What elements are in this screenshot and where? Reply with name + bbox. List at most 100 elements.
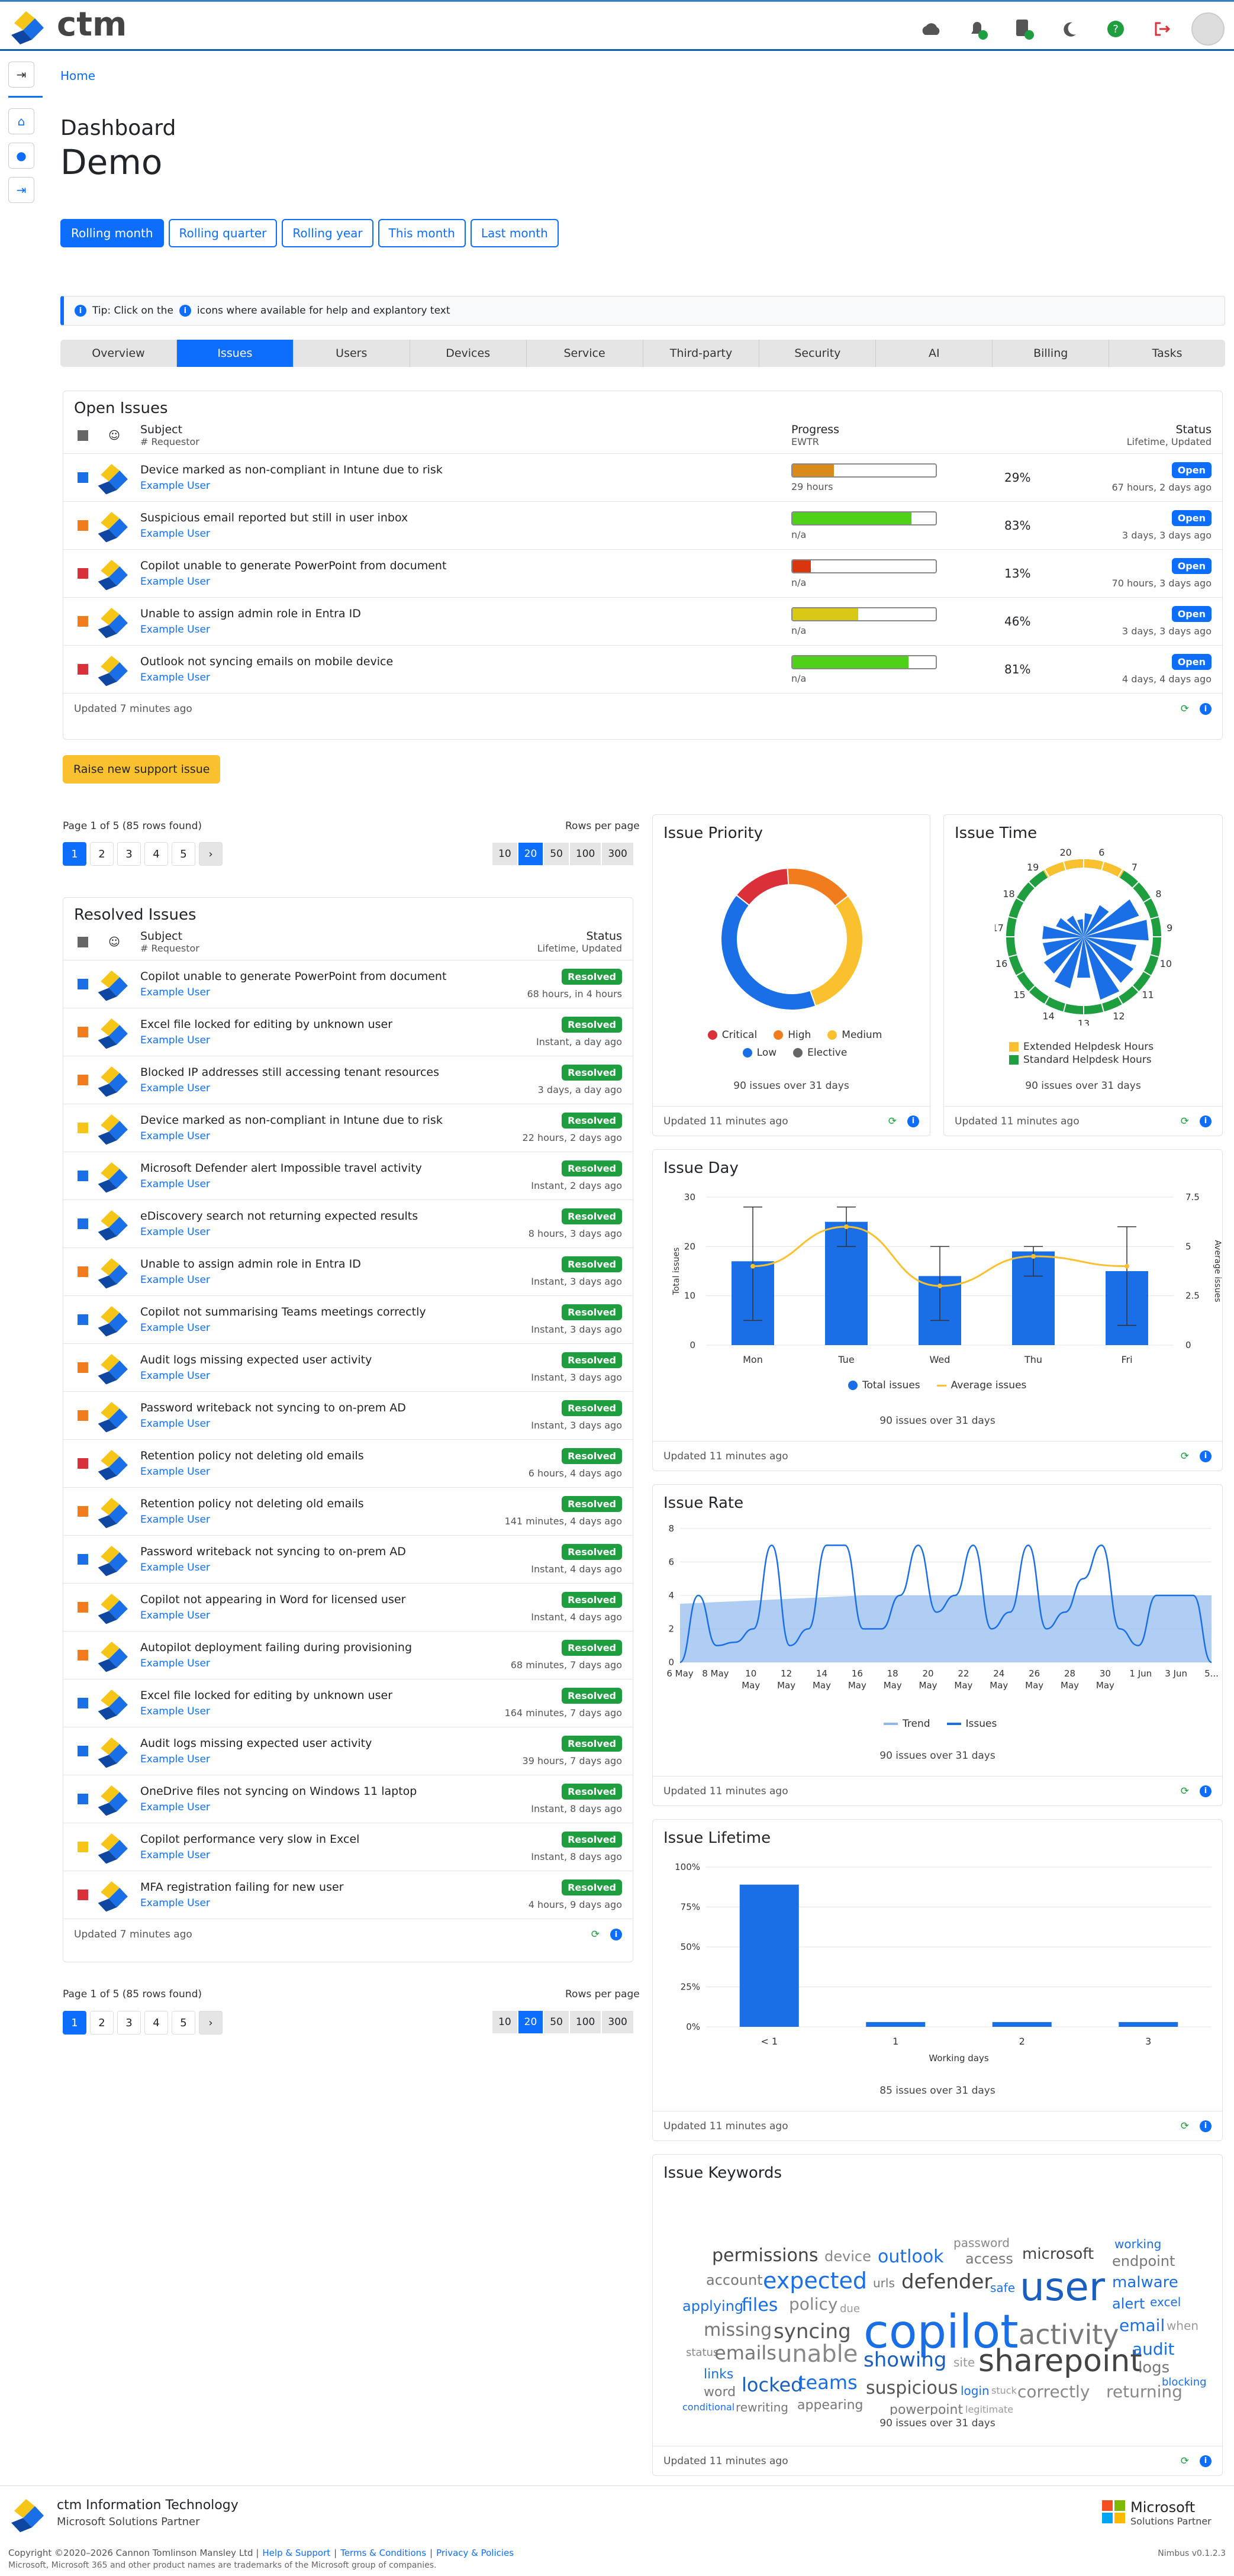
tab-billing[interactable]: Billing bbox=[993, 340, 1110, 367]
table-row[interactable]: Unable to assign admin role in Entra ID E… bbox=[63, 1248, 633, 1296]
issue-subject[interactable]: Retention policy not deleting old emails bbox=[140, 1497, 456, 1510]
cloud-icon[interactable] bbox=[914, 14, 948, 44]
issue-subject[interactable]: Copilot performance very slow in Excel bbox=[140, 1833, 456, 1846]
info-icon[interactable]: i bbox=[610, 1929, 622, 1940]
user-avatar[interactable] bbox=[1191, 12, 1225, 46]
issue-subject[interactable]: Password writeback not syncing to on-pre… bbox=[140, 1545, 456, 1558]
rows-50[interactable]: 50 bbox=[544, 2011, 569, 2033]
table-row[interactable]: Outlook not syncing emails on mobile dev… bbox=[63, 646, 1222, 694]
tab-security[interactable]: Security bbox=[759, 340, 877, 367]
table-row[interactable]: Device marked as non-compliant in Intune… bbox=[63, 1104, 633, 1152]
range-rolling-quarter[interactable]: Rolling quarter bbox=[168, 219, 278, 247]
tab-tasks[interactable]: Tasks bbox=[1109, 340, 1225, 367]
issue-requestor[interactable]: Example User bbox=[140, 1466, 456, 1478]
issue-subject[interactable]: MFA registration failing for new user bbox=[140, 1881, 456, 1894]
tab-issues[interactable]: Issues bbox=[176, 340, 294, 367]
issue-subject[interactable]: OneDrive files not syncing on Windows 11… bbox=[140, 1785, 456, 1798]
issue-requestor[interactable]: Example User bbox=[140, 1322, 456, 1334]
issue-subject[interactable]: Excel file locked for editing by unknown… bbox=[140, 1018, 456, 1031]
table-row[interactable]: Retention policy not deleting old emails… bbox=[63, 1488, 633, 1536]
ctm-logo[interactable] bbox=[8, 5, 50, 47]
issue-requestor[interactable]: Example User bbox=[140, 1226, 456, 1238]
issue-subject[interactable]: Suspicious email reported but still in u… bbox=[140, 511, 791, 524]
issue-requestor[interactable]: Example User bbox=[140, 576, 791, 588]
table-row[interactable]: Microsoft Defender alert Impossible trav… bbox=[63, 1152, 633, 1200]
issue-subject[interactable]: Password writeback not syncing to on-pre… bbox=[140, 1401, 456, 1414]
issue-subject[interactable]: Microsoft Defender alert Impossible trav… bbox=[140, 1162, 456, 1175]
table-row[interactable]: Suspicious email reported but still in u… bbox=[63, 502, 1222, 550]
issue-subject[interactable]: eDiscovery search not returning expected… bbox=[140, 1210, 456, 1223]
select-all-checkbox[interactable] bbox=[78, 430, 88, 441]
rows-10[interactable]: 10 bbox=[492, 2011, 517, 2033]
issue-requestor[interactable]: Example User bbox=[140, 1514, 456, 1526]
range-this-month[interactable]: This month bbox=[378, 219, 466, 247]
page-5[interactable]: 5 bbox=[172, 2011, 195, 2035]
page-2[interactable]: 2 bbox=[90, 842, 114, 866]
issue-subject[interactable]: Audit logs missing expected user activit… bbox=[140, 1353, 456, 1366]
info-icon[interactable]: i bbox=[907, 1115, 919, 1127]
table-row[interactable]: Copilot performance very slow in Excel Ex… bbox=[63, 1823, 633, 1871]
chat-icon[interactable]: ● bbox=[8, 143, 34, 169]
refresh-icon[interactable]: ⟳ bbox=[1181, 2120, 1189, 2132]
issue-requestor[interactable]: Example User bbox=[140, 624, 791, 636]
issue-subject[interactable]: Blocked IP addresses still accessing ten… bbox=[140, 1066, 456, 1079]
breadcrumb[interactable]: Home bbox=[60, 69, 95, 83]
select-all-checkbox[interactable] bbox=[78, 936, 88, 947]
issue-requestor[interactable]: Example User bbox=[140, 528, 791, 540]
page-3[interactable]: 3 bbox=[117, 2011, 141, 2035]
tab-service[interactable]: Service bbox=[527, 340, 643, 367]
issue-requestor[interactable]: Example User bbox=[140, 1658, 456, 1669]
info-icon[interactable]: i bbox=[1200, 2455, 1212, 2467]
issue-subject[interactable]: Outlook not syncing emails on mobile dev… bbox=[140, 655, 791, 668]
refresh-icon[interactable]: ⟳ bbox=[1181, 1450, 1189, 1462]
info-icon[interactable]: i bbox=[1200, 1785, 1212, 1797]
issue-requestor[interactable]: Example User bbox=[140, 1130, 456, 1142]
issue-subject[interactable]: Unable to assign admin role in Entra ID bbox=[140, 1258, 456, 1271]
issue-requestor[interactable]: Example User bbox=[140, 1753, 456, 1765]
table-row[interactable]: Autopilot deployment failing during prov… bbox=[63, 1632, 633, 1679]
tab-devices[interactable]: Devices bbox=[410, 340, 527, 367]
issue-subject[interactable]: Autopilot deployment failing during prov… bbox=[140, 1641, 456, 1654]
issue-requestor[interactable]: Example User bbox=[140, 672, 791, 684]
status-header[interactable]: Status bbox=[480, 930, 622, 943]
tab-third-party[interactable]: Third-party bbox=[643, 340, 760, 367]
rows-300[interactable]: 300 bbox=[602, 2011, 633, 2033]
issue-subject[interactable]: Copilot not appearing in Word for licens… bbox=[140, 1593, 456, 1606]
issue-requestor[interactable]: Example User bbox=[140, 1897, 456, 1909]
page-1[interactable]: 1 bbox=[63, 842, 86, 866]
issue-subject[interactable]: Audit logs missing expected user activit… bbox=[140, 1737, 456, 1750]
issue-requestor[interactable]: Example User bbox=[140, 1178, 456, 1190]
issue-requestor[interactable]: Example User bbox=[140, 1082, 456, 1094]
issue-subject[interactable]: Device marked as non-compliant in Intune… bbox=[140, 463, 791, 476]
issue-requestor[interactable]: Example User bbox=[140, 1610, 456, 1621]
issue-requestor[interactable]: Example User bbox=[140, 1418, 456, 1430]
range-last-month[interactable]: Last month bbox=[470, 219, 559, 247]
table-row[interactable]: eDiscovery search not returning expected… bbox=[63, 1200, 633, 1248]
clipboard-icon[interactable] bbox=[1007, 14, 1040, 44]
issue-requestor[interactable]: Example User bbox=[140, 1705, 456, 1717]
issue-requestor[interactable]: Example User bbox=[140, 1562, 456, 1574]
table-row[interactable]: Excel file locked for editing by unknown… bbox=[63, 1008, 633, 1056]
subject-header[interactable]: Subject bbox=[140, 930, 480, 943]
issue-requestor[interactable]: Example User bbox=[140, 1801, 456, 1813]
next-page-icon[interactable]: › bbox=[199, 842, 223, 866]
issue-subject[interactable]: Device marked as non-compliant in Intune… bbox=[140, 1114, 456, 1127]
rows-100[interactable]: 100 bbox=[569, 2011, 601, 2033]
page-4[interactable]: 4 bbox=[144, 842, 168, 866]
refresh-icon[interactable]: ⟳ bbox=[1181, 1115, 1189, 1127]
issue-requestor[interactable]: Example User bbox=[140, 1849, 456, 1861]
table-row[interactable]: MFA registration failing for new user Exa… bbox=[63, 1871, 633, 1919]
issue-subject[interactable]: Excel file locked for editing by unknown… bbox=[140, 1689, 456, 1702]
subject-header[interactable]: Subject bbox=[140, 423, 791, 436]
info-icon[interactable]: i bbox=[1200, 703, 1212, 715]
table-row[interactable]: Password writeback not syncing to on-pre… bbox=[63, 1392, 633, 1440]
issue-requestor[interactable]: Example User bbox=[140, 986, 456, 998]
info-icon[interactable]: i bbox=[1200, 1450, 1212, 1462]
issue-requestor[interactable]: Example User bbox=[140, 480, 791, 492]
rows-20[interactable]: 20 bbox=[518, 2011, 543, 2033]
raise-issue-button[interactable]: Raise new support issue bbox=[63, 755, 221, 784]
next-page-icon[interactable]: › bbox=[199, 2011, 223, 2035]
table-row[interactable]: Copilot unable to generate PowerPoint fr… bbox=[63, 550, 1222, 598]
rows-100[interactable]: 100 bbox=[569, 843, 601, 865]
table-row[interactable]: Copilot unable to generate PowerPoint fr… bbox=[63, 960, 633, 1008]
